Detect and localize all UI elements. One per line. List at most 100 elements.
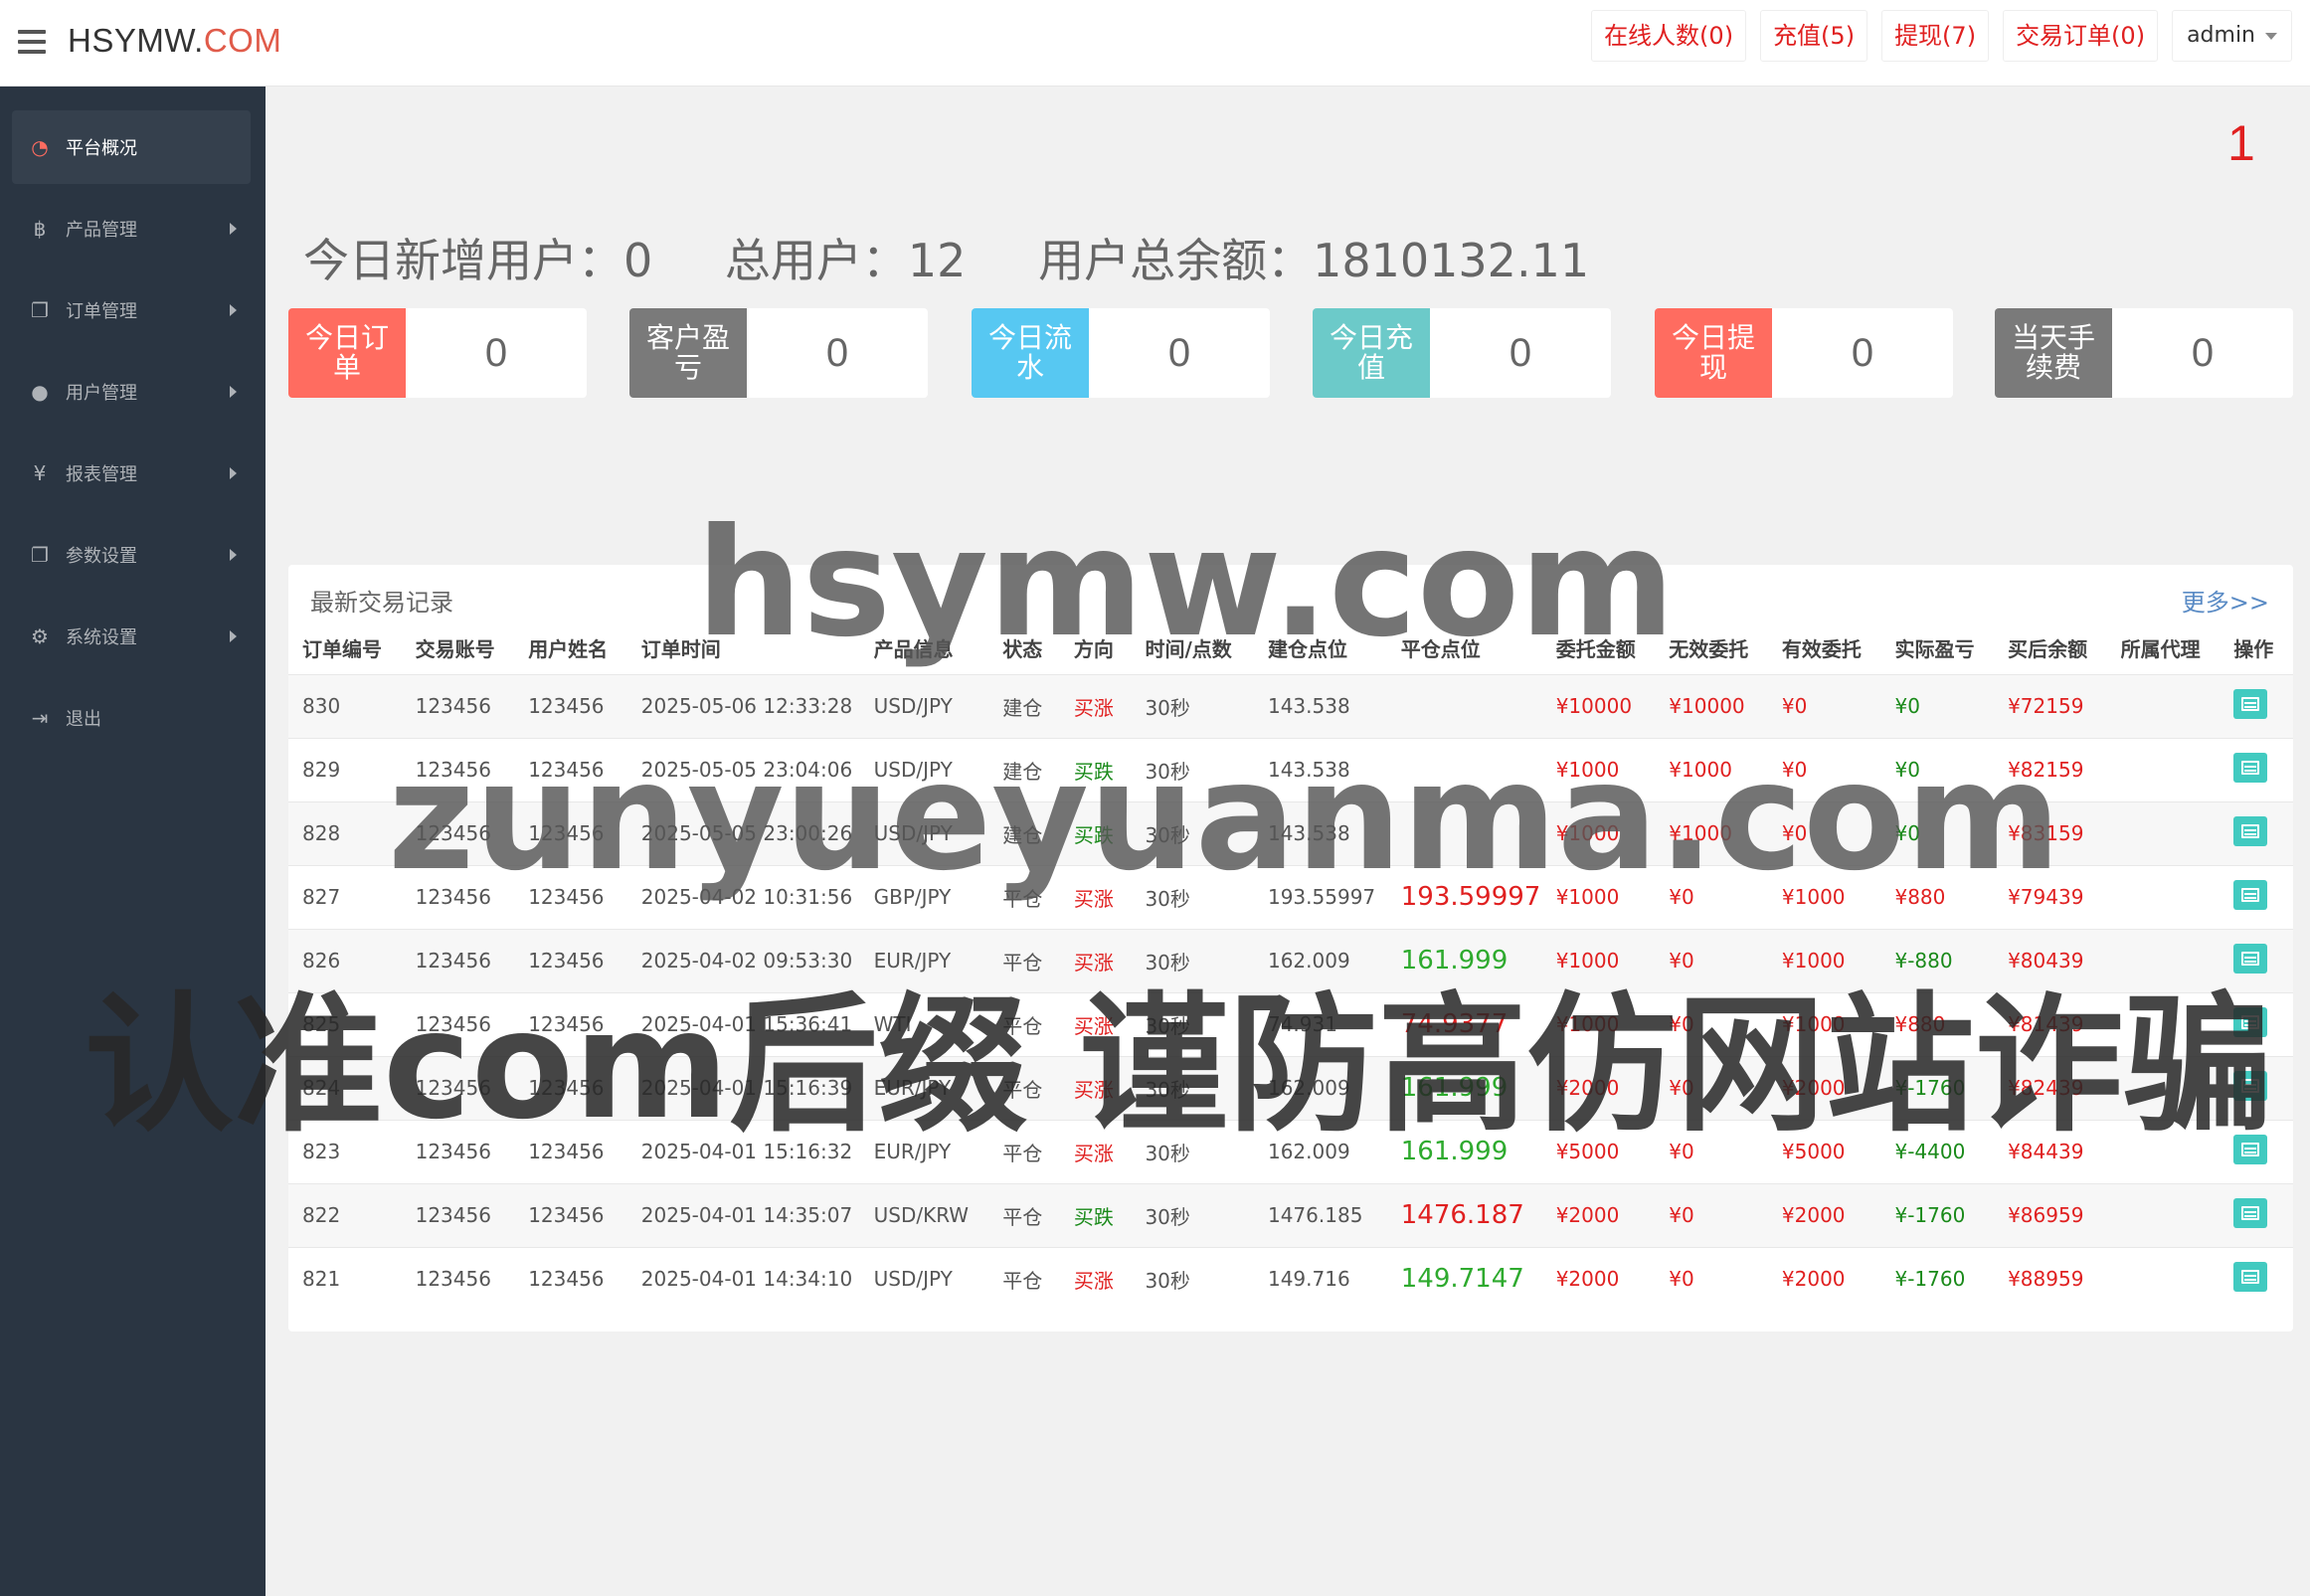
yen-icon: ¥ [33, 461, 47, 485]
summary-stats: 今日新增用户：0 总用户：12 用户总余额：1810132.11 [303, 225, 1647, 290]
view-detail-icon[interactable] [2233, 879, 2268, 910]
column-header: 交易账号 [415, 637, 495, 662]
dashboard-icon: ◔ [31, 135, 49, 159]
notification-count: 1 [2227, 115, 2255, 171]
view-detail-icon[interactable] [2233, 943, 2268, 974]
sidebar-item-orders[interactable]: ❐ 订单管理 [12, 273, 251, 347]
table-cell: ¥84439 [1994, 1119, 2107, 1183]
more-link[interactable]: 更多>> [2182, 583, 2269, 618]
table-cell: ¥0 [1767, 800, 1881, 865]
table-cell: USD/KRW [859, 1182, 989, 1247]
sidebar-item-users[interactable]: ● 用户管理 [12, 355, 251, 429]
table-cell: 建仓 [988, 737, 1060, 801]
table-cell-action [2220, 864, 2293, 929]
table-cell: 123456 [514, 991, 627, 1056]
view-detail-icon[interactable] [2233, 1261, 2268, 1292]
view-detail-icon[interactable] [2233, 688, 2268, 719]
view-detail-icon[interactable] [2233, 1134, 2268, 1164]
table-cell-action [2220, 800, 2293, 865]
table-cell: ¥1000 [1655, 800, 1768, 865]
sidebar-item-system[interactable]: ⚙ 系统设置 [12, 600, 251, 673]
total-users-stat: 总用户：12 [724, 234, 967, 287]
chevron-right-icon [230, 549, 237, 561]
view-detail-icon[interactable] [2233, 1197, 2268, 1228]
online-users-button[interactable]: 在线人数(0) [1591, 10, 1747, 62]
sidebar-item-label: 退出 [66, 709, 101, 730]
card-value: 0 [484, 331, 508, 375]
table-cell: 123456 [401, 800, 515, 865]
sidebar-item-products[interactable]: ฿ 产品管理 [12, 192, 251, 266]
table-cell: 建仓 [988, 800, 1060, 865]
view-detail-icon[interactable] [2233, 1006, 2268, 1037]
table-row: 821 123456 123456 2025-04-01 14:34:10 USD/JP… [288, 1246, 2293, 1311]
menu-icon[interactable] [18, 30, 46, 54]
card-label: 今日充值 [1313, 308, 1430, 398]
view-detail-icon[interactable] [2233, 815, 2268, 846]
recharge-button[interactable]: 充值(5) [1760, 10, 1868, 62]
table-cell: 平仓 [988, 1119, 1060, 1183]
table-cell: 买涨 [1059, 1246, 1132, 1311]
table-cell: 74.931 [1253, 991, 1387, 1056]
table-cell: ¥-1760 [1880, 1055, 1995, 1120]
column-header: 实际盈亏 [1894, 637, 1975, 662]
table-cell [1386, 673, 1542, 738]
table-cell: 826 [288, 928, 402, 992]
table-cell: 828 [288, 800, 402, 865]
copy-icon: ❐ [31, 298, 49, 322]
table-cell: ¥1000 [1767, 864, 1881, 929]
withdraw-button[interactable]: 提现(7) [1881, 10, 1990, 62]
card-value: 0 [1851, 331, 1874, 375]
view-detail-icon[interactable] [2233, 752, 2268, 783]
card-today-withdraw: 今日提现 0 [1655, 308, 1953, 398]
sidebar-item-label: 报表管理 [66, 464, 137, 485]
user-menu[interactable]: admin [2172, 10, 2292, 62]
table-cell: 827 [288, 864, 402, 929]
table-cell: ¥1000 [1541, 864, 1656, 929]
sidebar-item-label: 平台概况 [66, 138, 137, 159]
column-header: 状态 [1002, 637, 1043, 662]
table-cell: ¥2000 [1767, 1055, 1881, 1120]
brand-logo[interactable]: HSYMW.COM [68, 22, 281, 60]
card-label: 客户盈亏 [629, 308, 747, 398]
table-cell: ¥0 [1767, 673, 1881, 738]
table-cell: ¥880 [1880, 864, 1995, 929]
sidebar-item-logout[interactable]: ⇥ 退出 [12, 681, 251, 755]
table-cell: ¥81439 [1994, 991, 2107, 1056]
stat-cards: 今日订单 0 客户盈亏 0 今日流水 0 今日充值 0 今日提现 0 当天手续费… [288, 308, 2293, 398]
sidebar-item-params[interactable]: ❐ 参数设置 [12, 518, 251, 592]
table-cell: 平仓 [988, 928, 1060, 992]
column-header: 订单编号 [302, 637, 382, 662]
card-value: 0 [1509, 331, 1532, 375]
table-cell: 1476.185 [1253, 1182, 1387, 1247]
table-cell: 161.999 [1386, 1119, 1542, 1183]
sidebar-item-overview[interactable]: ◔ 平台概况 [12, 110, 251, 184]
sidebar-item-label: 产品管理 [66, 220, 137, 241]
table-cell: ¥79439 [1994, 864, 2107, 929]
sidebar-item-reports[interactable]: ¥ 报表管理 [12, 437, 251, 510]
view-detail-icon[interactable] [2233, 1070, 2268, 1101]
table-cell: 30秒 [1131, 1119, 1254, 1183]
table-cell: 平仓 [988, 991, 1060, 1056]
total-balance-stat: 用户总余额：1810132.11 [1038, 234, 1590, 287]
top-bar: HSYMW.COM 在线人数(0) 充值(5) 提现(7) 交易订单(0) ad… [0, 0, 2310, 87]
table-cell: ¥1000 [1541, 928, 1656, 992]
table-cell: ¥2000 [1541, 1182, 1656, 1247]
table-row: 823 123456 123456 2025-04-01 15:16:32 EUR/JP… [288, 1119, 2293, 1183]
table-cell: 30秒 [1131, 1246, 1254, 1311]
table-cell: 买涨 [1059, 864, 1132, 929]
table-cell: 149.7147 [1386, 1246, 1542, 1311]
table-cell: 30秒 [1131, 673, 1254, 738]
new-users-stat: 今日新增用户：0 [303, 234, 653, 287]
card-label: 今日订单 [288, 308, 406, 398]
table-cell: 平仓 [988, 1246, 1060, 1311]
table-cell: 149.716 [1253, 1246, 1387, 1311]
table-cell: 825 [288, 991, 402, 1056]
recent-trades-panel: 最新交易记录 更多>> 订单编号 交易账号 用户姓名 订单时间 产品信息 状态 方向 时间/点… [288, 565, 2293, 1331]
gears-icon: ⚙ [31, 624, 49, 648]
table-cell: ¥0 [1655, 1119, 1768, 1183]
table-cell: 2025-04-01 15:36:41 [626, 991, 860, 1056]
sidebar: ◔ 平台概况 ฿ 产品管理 ❐ 订单管理 ● 用户管理 ¥ 报表管理 ❐ 参数设… [0, 87, 266, 1596]
table-cell [2106, 1119, 2221, 1183]
trade-orders-button[interactable]: 交易订单(0) [2003, 10, 2159, 62]
table-cell-action [2220, 1182, 2293, 1247]
